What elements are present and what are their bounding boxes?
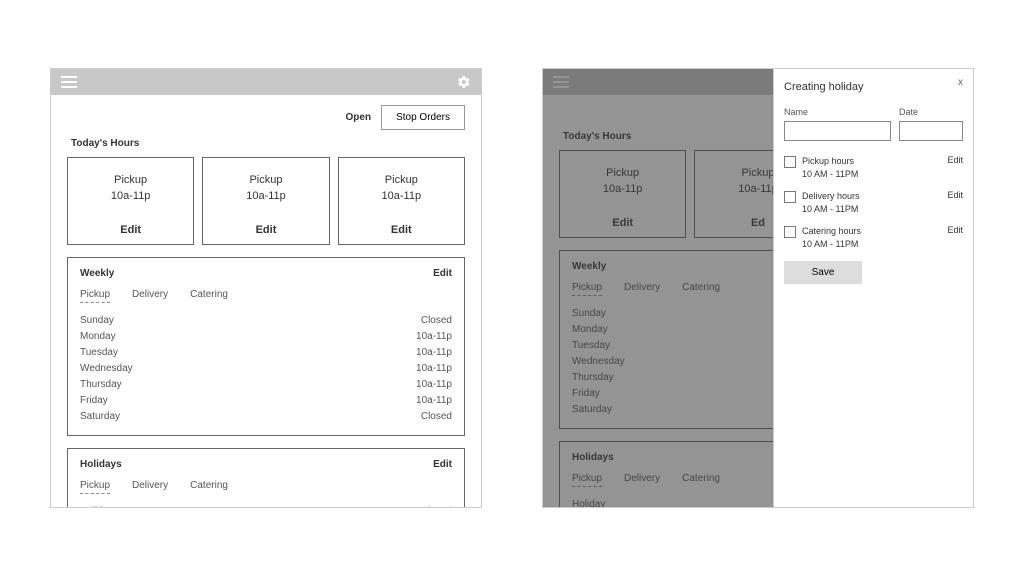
holidays-tabs: Pickup Delivery Catering [80, 480, 452, 494]
card-edit[interactable]: Edit [120, 224, 141, 236]
card-edit[interactable]: Edit [391, 224, 412, 236]
weekly-panel: Weekly Edit Pickup Delivery Catering Sun… [67, 257, 465, 436]
holidays-title: Holidays [80, 459, 122, 470]
tab-delivery[interactable]: Delivery [132, 289, 168, 303]
card-hours: 10a-11p [111, 190, 151, 202]
hours-row-sub: 10 AM - 11PM [802, 238, 941, 251]
frame-hours: Open Stop Orders Today's Hours Pickup 10… [50, 68, 482, 508]
menu-icon[interactable] [61, 76, 77, 88]
holiday-label: Holiday [80, 504, 113, 508]
card-hours: 10a-11p [382, 190, 422, 202]
today-card: Pickup 10a-11p Edit [202, 157, 329, 245]
stop-orders-button[interactable]: Stop Orders [381, 105, 465, 130]
hours-row-edit[interactable]: Edit [947, 155, 963, 165]
hours-row-edit[interactable]: Edit [947, 225, 963, 235]
day-value: 10a-11p [416, 345, 452, 361]
topbar [51, 69, 481, 95]
today-card: Pickup 10a-11p Edit [67, 157, 194, 245]
day-label: Monday [80, 329, 116, 345]
hours-row-sub: 10 AM - 11PM [802, 203, 941, 216]
day-value: 10a-11p [416, 393, 452, 409]
card-title: Pickup [114, 172, 147, 186]
hours-row-title: Pickup hours [802, 155, 941, 168]
checkbox-pickup[interactable] [784, 156, 796, 168]
day-label: Saturday [80, 409, 120, 425]
tab-catering[interactable]: Catering [190, 289, 228, 303]
date-label: Date [899, 107, 963, 117]
hours-row-title: Catering hours [802, 225, 941, 238]
tab-pickup[interactable]: Pickup [80, 289, 110, 303]
day-label: Friday [80, 393, 108, 409]
status-open: Open [346, 112, 372, 123]
day-label: Sunday [80, 313, 114, 329]
drawer-title: Creating holiday [784, 81, 963, 93]
name-input[interactable] [784, 121, 891, 141]
day-value: Closed [421, 313, 452, 329]
day-value: 10a-11p [416, 377, 452, 393]
weekly-tabs: Pickup Delivery Catering [80, 289, 452, 303]
card-hours: 10a-11p [246, 190, 286, 202]
holidays-panel: Holidays Edit Pickup Delivery Catering H… [67, 448, 465, 508]
card-edit[interactable]: Edit [256, 224, 277, 236]
card-title: Pickup [385, 172, 418, 186]
hours-row-edit[interactable]: Edit [947, 190, 963, 200]
weekly-title: Weekly [80, 268, 114, 279]
day-value: Closed [421, 409, 452, 425]
day-label: Thursday [80, 377, 122, 393]
checkbox-catering[interactable] [784, 226, 796, 238]
hours-row-title: Delivery hours [802, 190, 941, 203]
checkbox-delivery[interactable] [784, 191, 796, 203]
date-input[interactable] [899, 121, 963, 141]
hours-row: Catering hours10 AM - 11PM Edit [784, 225, 963, 250]
card-title: Pickup [249, 172, 282, 186]
day-label: Wednesday [80, 361, 133, 377]
hours-row: Pickup hours10 AM - 11PM Edit [784, 155, 963, 180]
tab-delivery[interactable]: Delivery [132, 480, 168, 494]
hours-row-sub: 10 AM - 11PM [802, 168, 941, 181]
section-title-today: Today's Hours [71, 138, 465, 149]
tab-pickup[interactable]: Pickup [80, 480, 110, 494]
hours-row: Delivery hours10 AM - 11PM Edit [784, 190, 963, 215]
gear-icon[interactable] [457, 75, 471, 89]
save-button[interactable]: Save [784, 261, 862, 284]
create-holiday-drawer: x Creating holiday Name Date Pickup hour… [773, 69, 973, 507]
frame-hours-drawer: Today's Hours Pickup 10a-11p Edit Pickup… [542, 68, 974, 508]
close-icon[interactable]: x [958, 77, 963, 88]
today-cards: Pickup 10a-11p Edit Pickup 10a-11p Edit … [67, 157, 465, 245]
day-label: Tuesday [80, 345, 118, 361]
holiday-value: Closed [421, 504, 452, 508]
weekly-edit[interactable]: Edit [433, 268, 452, 279]
day-value: 10a-11p [416, 361, 452, 377]
day-value: 10a-11p [416, 329, 452, 345]
holidays-edit[interactable]: Edit [433, 459, 452, 470]
tab-catering[interactable]: Catering [190, 480, 228, 494]
name-label: Name [784, 107, 891, 117]
today-card: Pickup 10a-11p Edit [338, 157, 465, 245]
content: Open Stop Orders Today's Hours Pickup 10… [51, 95, 481, 508]
